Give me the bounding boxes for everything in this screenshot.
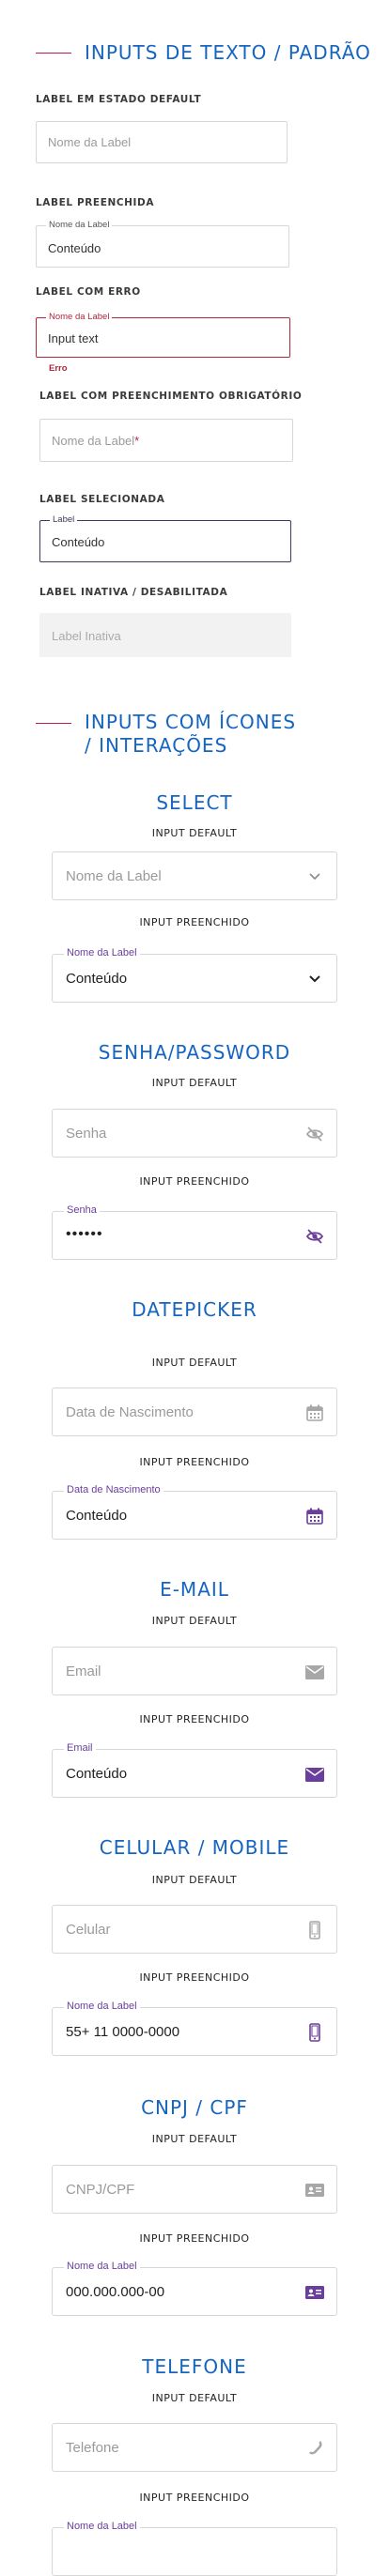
section-title-line2: / INTERAÇÕES [85, 734, 228, 757]
subtitle-default: INPUT DEFAULT [151, 1077, 238, 1089]
envelope-icon [304, 1662, 325, 1682]
input-floating-label: Nome da Label [46, 220, 113, 231]
input-value: Conteúdo [48, 241, 101, 255]
calendar-icon[interactable] [304, 1403, 325, 1423]
input-placeholder: Nome da Label* [52, 434, 140, 448]
mobile-value: 55+ 11 0000-0000 [66, 2024, 180, 2040]
id-card-icon [304, 2180, 325, 2200]
input-floating-label: Label [50, 514, 78, 526]
mobile-default[interactable]: Celular [52, 1905, 337, 1954]
group-title-select: SELECT [156, 791, 233, 814]
heading-error: LABEL COM ERRO [36, 286, 141, 298]
password-default[interactable]: Senha [52, 1109, 337, 1158]
mobile-phone-icon [304, 1920, 325, 1940]
heading-default: LABEL EM ESTADO DEFAULT [36, 94, 202, 105]
group-title-mobile: CELULAR / MOBILE [99, 1836, 290, 1859]
datepicker-filled[interactable]: Data de Nascimento Conteúdo [52, 1484, 337, 1540]
password-filled[interactable]: Senha •••••• [52, 1204, 337, 1260]
chevron-down-icon [304, 866, 325, 887]
section-divider-line [36, 723, 71, 724]
email-default[interactable]: Email [52, 1647, 337, 1695]
subtitle-filled: INPUT PREENCHIDO [139, 2492, 250, 2504]
subtitle-default: INPUT DEFAULT [151, 1615, 238, 1627]
input-default[interactable]: Nome da Label [36, 121, 288, 163]
subtitle-default: INPUT DEFAULT [151, 827, 238, 839]
input-error[interactable]: Nome da Label Input text [36, 312, 290, 358]
datepicker-default[interactable]: Data de Nascimento [52, 1388, 337, 1436]
password-placeholder: Senha [66, 1126, 107, 1142]
email-placeholder: Email [66, 1664, 101, 1679]
envelope-icon [304, 1764, 325, 1785]
required-asterisk: * [134, 434, 140, 448]
datepicker-value: Conteúdo [66, 1508, 128, 1524]
email-floating-label: Email [64, 1742, 96, 1754]
input-selected[interactable]: Label Conteúdo [39, 514, 291, 562]
phone-placeholder: Telefone [66, 2440, 119, 2456]
password-floating-label: Senha [64, 1204, 100, 1216]
group-title-datepicker: DATEPICKER [132, 1298, 257, 1321]
select-value: Conteúdo [66, 971, 128, 987]
section-title-icon-inputs: INPUTS COM ÍCONES / INTERAÇÕES [85, 711, 296, 758]
group-title-phone: TELEFONE [142, 2355, 247, 2378]
input-filled[interactable]: Nome da Label Conteúdo [36, 220, 289, 268]
select-filled[interactable]: Nome da Label Conteúdo [52, 947, 337, 1003]
subtitle-filled: INPUT PREENCHIDO [139, 1456, 250, 1468]
phone-icon [304, 2438, 325, 2459]
subtitle-default: INPUT DEFAULT [151, 1874, 238, 1886]
group-title-cnpj: CNPJ / CPF [141, 2096, 248, 2119]
select-floating-label: Nome da Label [64, 947, 140, 958]
cnpj-filled[interactable]: Nome da Label 000.000.000-00 [52, 2261, 337, 2316]
input-value: Conteúdo [52, 535, 105, 549]
input-placeholder: Nome da Label [48, 135, 132, 149]
email-value: Conteúdo [66, 1766, 128, 1782]
phone-filled[interactable]: Nome da Label [52, 2521, 337, 2576]
eye-off-icon[interactable] [304, 1226, 325, 1247]
cnpj-floating-label: Nome da Label [64, 2261, 140, 2272]
cnpj-placeholder: CNPJ/CPF [66, 2182, 135, 2198]
section-divider-line [36, 53, 71, 54]
heading-selected: LABEL SELECIONADA [39, 494, 165, 505]
password-value: •••••• [66, 1226, 103, 1242]
error-message: Erro [49, 363, 68, 374]
subtitle-filled: INPUT PREENCHIDO [139, 916, 250, 928]
calendar-icon[interactable] [304, 1506, 325, 1526]
chevron-down-icon [304, 969, 325, 989]
input-floating-label: Nome da Label [46, 312, 113, 323]
phone-default[interactable]: Telefone [52, 2423, 337, 2472]
heading-filled: LABEL PREENCHIDA [36, 197, 155, 208]
email-filled[interactable]: Email Conteúdo [52, 1742, 337, 1798]
mobile-phone-icon [304, 2022, 325, 2043]
input-required[interactable]: Nome da Label* [39, 419, 293, 462]
cnpj-default[interactable]: CNPJ/CPF [52, 2165, 337, 2214]
datepicker-placeholder: Data de Nascimento [66, 1404, 194, 1420]
subtitle-default: INPUT DEFAULT [151, 2133, 238, 2145]
select-default[interactable]: Nome da Label [52, 851, 337, 900]
section-title-line1: INPUTS COM ÍCONES [85, 711, 297, 733]
subtitle-filled: INPUT PREENCHIDO [139, 1971, 250, 1984]
mobile-placeholder: Celular [66, 1922, 111, 1938]
input-value: Input text [48, 331, 99, 345]
phone-floating-label: Nome da Label [64, 2521, 140, 2532]
mobile-filled[interactable]: Nome da Label 55+ 11 0000-0000 [52, 2001, 337, 2056]
subtitle-default: INPUT DEFAULT [151, 1357, 238, 1369]
heading-disabled: LABEL INATIVA / DESABILITADA [39, 587, 228, 598]
id-card-icon [304, 2282, 325, 2303]
eye-off-icon[interactable] [304, 1124, 325, 1144]
subtitle-filled: INPUT PREENCHIDO [139, 2232, 250, 2245]
group-title-password: SENHA/PASSWORD [98, 1041, 291, 1064]
cnpj-value: 000.000.000-00 [66, 2284, 165, 2300]
datepicker-floating-label: Data de Nascimento [64, 1484, 163, 1495]
subtitle-default: INPUT DEFAULT [151, 2392, 238, 2404]
section-title-text-inputs: INPUTS DE TEXTO / PADRÃO [85, 41, 371, 64]
select-placeholder: Nome da Label [66, 868, 162, 884]
mobile-floating-label: Nome da Label [64, 2001, 140, 2012]
subtitle-filled: INPUT PREENCHIDO [139, 1175, 250, 1188]
input-placeholder: Label Inativa [52, 629, 121, 643]
subtitle-filled: INPUT PREENCHIDO [139, 1713, 250, 1725]
group-title-email: E-MAIL [160, 1578, 229, 1601]
input-disabled: Label Inativa [39, 613, 291, 657]
heading-required: LABEL COM PREENCHIMENTO OBRIGATÓRIO [39, 391, 303, 402]
